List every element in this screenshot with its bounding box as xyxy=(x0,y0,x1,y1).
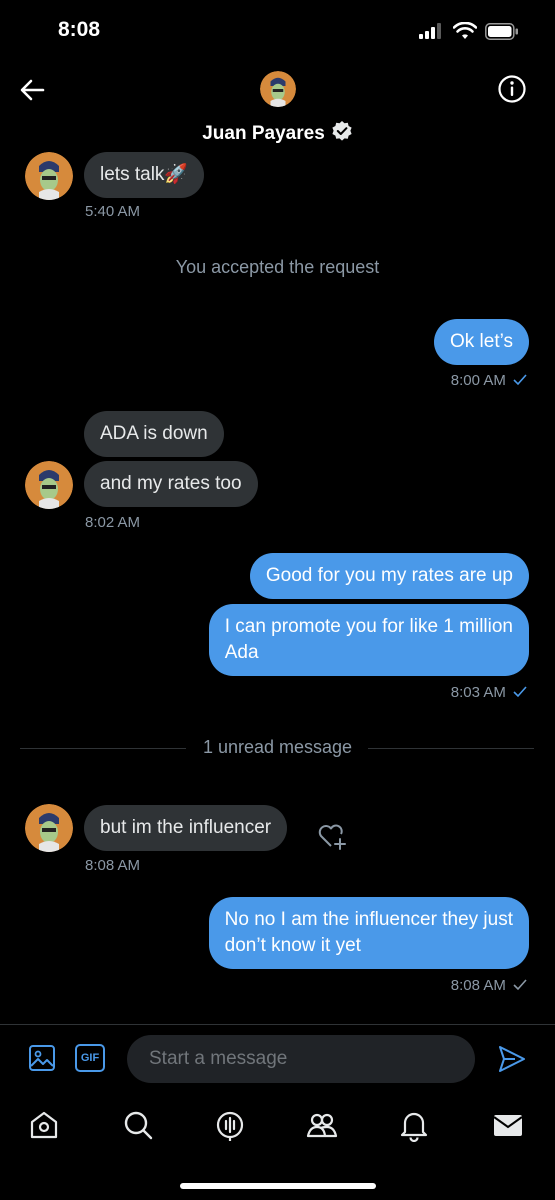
mail-icon[interactable] xyxy=(491,1108,525,1142)
sent-check-icon xyxy=(513,979,527,991)
message-line: I can promote you for like 1 million xyxy=(224,616,513,637)
message-timestamp: 8:08 AM xyxy=(450,977,506,994)
message-line: Ada xyxy=(224,642,259,663)
message-input[interactable]: Start a message xyxy=(127,1035,475,1083)
message-timestamp: 8:02 AM xyxy=(85,514,141,531)
image-icon[interactable] xyxy=(28,1044,56,1072)
wifi-icon xyxy=(453,22,477,39)
contact-name: Juan Payares xyxy=(202,123,325,144)
message-line: No no I am the influencer they just xyxy=(224,909,513,930)
read-check-icon xyxy=(513,686,527,698)
send-icon[interactable] xyxy=(497,1044,527,1074)
search-icon[interactable] xyxy=(121,1108,155,1142)
bell-icon[interactable] xyxy=(397,1108,431,1142)
home-icon[interactable] xyxy=(27,1108,61,1142)
divider xyxy=(368,748,534,749)
message-status: 8:00 AM xyxy=(451,372,527,389)
sent-message[interactable]: I can promote you for like 1 million Ada xyxy=(208,604,529,676)
read-check-icon xyxy=(513,374,527,386)
info-icon[interactable] xyxy=(497,74,527,104)
contact-avatar[interactable] xyxy=(25,804,73,852)
message-status: 8:08 AM xyxy=(451,977,527,994)
sent-message[interactable]: Good for you my rates are up xyxy=(249,553,529,599)
message-timestamp: 8:03 AM xyxy=(450,684,506,701)
message-line: don’t know it yet xyxy=(224,935,361,956)
back-arrow-icon[interactable] xyxy=(18,76,46,104)
signal-icon xyxy=(419,23,441,39)
received-message[interactable]: lets talk🚀 xyxy=(84,152,205,198)
gif-icon[interactable]: GIF xyxy=(75,1044,105,1072)
system-message: You accepted the request xyxy=(175,257,380,277)
communities-icon[interactable] xyxy=(305,1108,339,1142)
contact-avatar[interactable] xyxy=(25,152,73,200)
received-message[interactable]: but im the influencer xyxy=(84,805,288,851)
spaces-icon[interactable] xyxy=(213,1108,247,1142)
composer-divider xyxy=(0,1024,555,1025)
battery-icon xyxy=(485,22,518,40)
status-icons xyxy=(419,22,519,40)
home-indicator[interactable] xyxy=(180,1183,376,1189)
conversation-title[interactable]: Juan Payares xyxy=(0,120,555,145)
sent-message[interactable]: Ok let’s xyxy=(433,319,529,365)
message-timestamp: 5:40 AM xyxy=(85,203,141,220)
message-timestamp: 8:08 AM xyxy=(85,857,141,874)
message-status: 8:03 AM xyxy=(451,684,527,701)
status-time: 8:08 xyxy=(58,18,101,41)
header-avatar[interactable] xyxy=(260,71,296,107)
contact-avatar[interactable] xyxy=(25,461,73,509)
message-timestamp: 8:00 AM xyxy=(450,372,506,389)
received-message[interactable]: ADA is down xyxy=(84,411,224,457)
verified-icon xyxy=(332,121,352,141)
sent-message[interactable]: No no I am the influencer they just don’… xyxy=(208,897,529,969)
received-message[interactable]: and my rates too xyxy=(84,461,258,507)
react-heart-icon[interactable] xyxy=(317,822,349,852)
